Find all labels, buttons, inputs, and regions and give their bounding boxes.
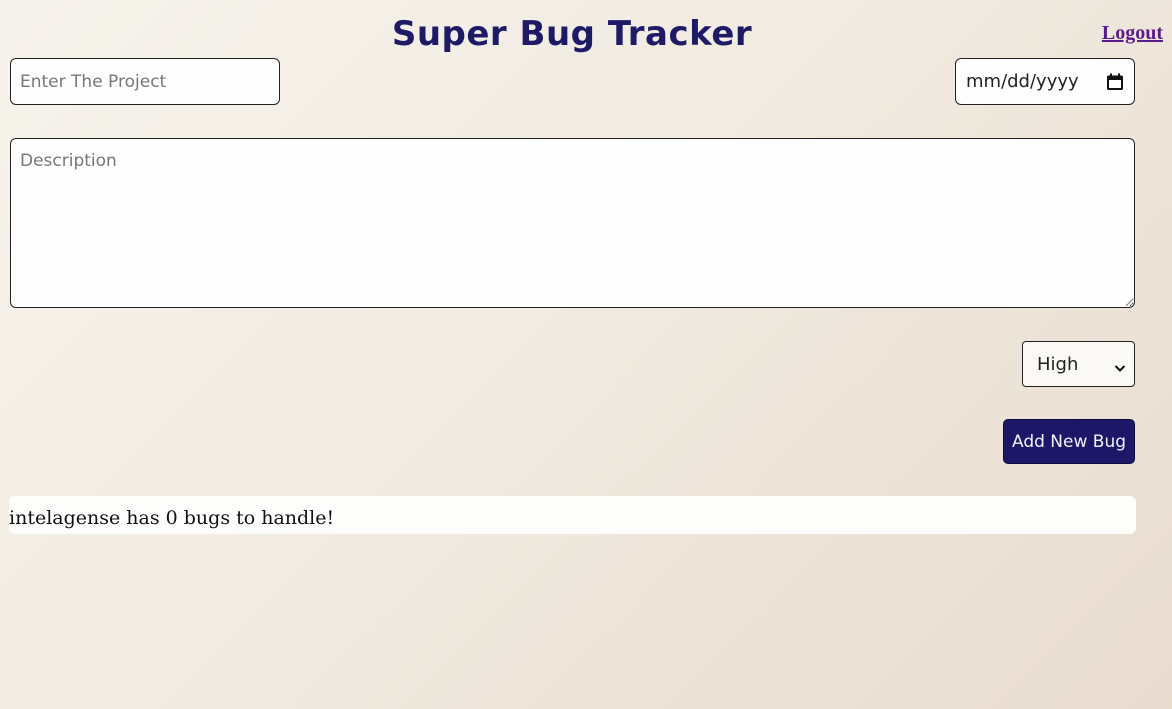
date-input[interactable]: mm/dd/yyyy xyxy=(955,58,1135,105)
priority-select-value: High xyxy=(1037,353,1079,375)
page-title: Super Bug Tracker xyxy=(391,14,753,54)
add-new-bug-button[interactable]: Add New Bug xyxy=(1003,419,1135,464)
project-input[interactable] xyxy=(10,58,280,105)
priority-select[interactable]: High xyxy=(1022,341,1135,387)
bug-status-panel: intelagense has 0 bugs to handle! xyxy=(9,496,1136,534)
chevron-down-icon xyxy=(1114,358,1126,372)
date-input-text: mm/dd/yyyy xyxy=(966,71,1079,92)
bug-count-message: intelagense has 0 bugs to handle! xyxy=(9,507,335,529)
calendar-icon[interactable] xyxy=(1106,73,1124,91)
description-input[interactable] xyxy=(10,138,1135,308)
logout-link[interactable]: Logout xyxy=(1102,22,1163,45)
